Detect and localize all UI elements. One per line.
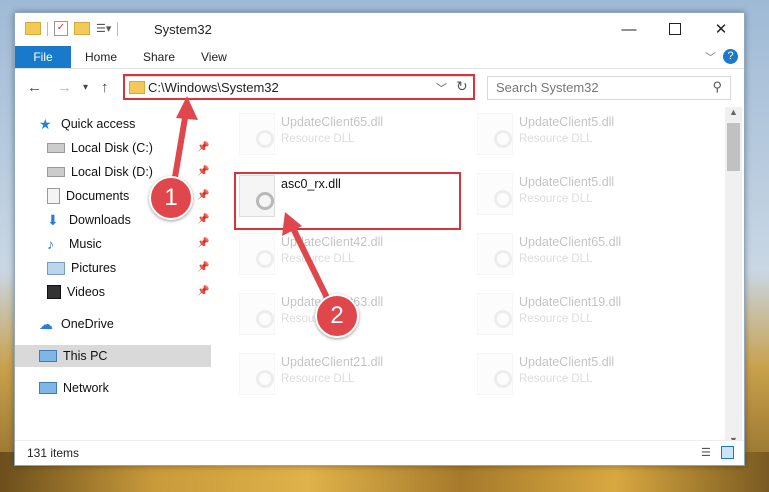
step-marker-2: 2	[315, 294, 359, 338]
step-marker-1: 1	[149, 176, 193, 220]
annotation-arrows	[169, 96, 336, 313]
arrow-1-head	[176, 96, 198, 120]
